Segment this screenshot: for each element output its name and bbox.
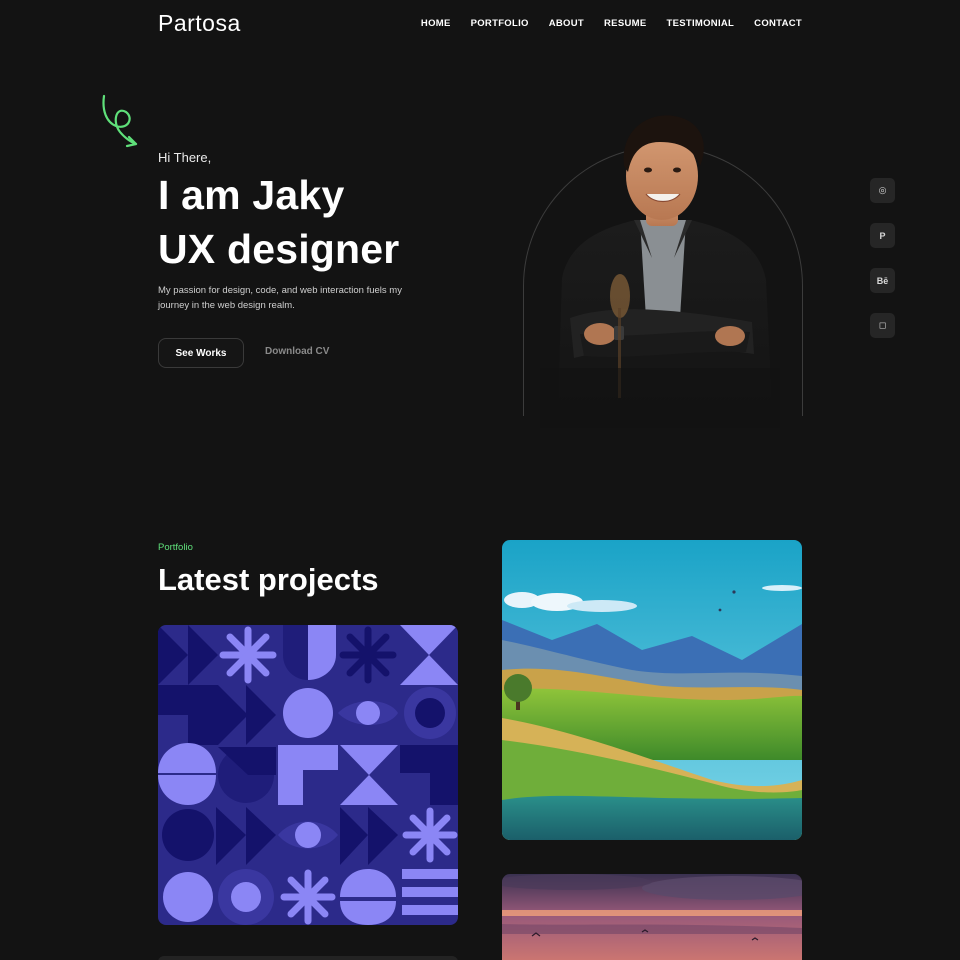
project-card-geometric[interactable]: [158, 625, 458, 925]
instagram-icon[interactable]: ◻: [870, 313, 895, 338]
headline-line-1: I am Jaky: [158, 172, 345, 218]
logo[interactable]: Partosa: [158, 10, 241, 37]
nav-contact[interactable]: CONTACT: [754, 18, 802, 29]
nav-testimonial[interactable]: TESTIMONIAL: [666, 18, 734, 29]
hero-intro: My passion for design, code, and web int…: [158, 285, 402, 311]
portrait-photo: [540, 115, 780, 428]
nav-about[interactable]: ABOUT: [549, 18, 584, 29]
squiggle-arrow-icon: [102, 94, 138, 148]
geometric-pattern-illustration: [158, 625, 458, 925]
nav-portfolio[interactable]: PORTFOLIO: [471, 18, 529, 29]
dribbble-icon[interactable]: ◎: [870, 178, 895, 203]
project-card-next[interactable]: [158, 956, 458, 960]
sunset-sky-illustration: [502, 874, 802, 960]
page: Partosa HOME PORTFOLIO ABOUT RESUME TEST…: [0, 0, 960, 960]
nav-resume[interactable]: RESUME: [604, 18, 646, 29]
hero-greeting: Hi There,: [158, 150, 212, 165]
social-links: ◎ P Bē ◻: [870, 178, 895, 338]
portfolio-label: Portfolio: [158, 542, 193, 553]
main-nav: HOME PORTFOLIO ABOUT RESUME TESTIMONIAL …: [421, 18, 802, 29]
portfolio-title: Latest projects: [158, 562, 379, 597]
green-hills-landscape-illustration: [502, 540, 802, 840]
hero-headline: I am Jaky UX designer: [158, 168, 399, 276]
download-cv-button[interactable]: Download CV: [265, 346, 329, 357]
see-works-button[interactable]: See Works: [158, 338, 244, 368]
headline-line-2: UX designer: [158, 226, 400, 272]
pinterest-icon[interactable]: P: [870, 223, 895, 248]
project-card-landscape[interactable]: [502, 540, 802, 840]
behance-icon[interactable]: Bē: [870, 268, 895, 293]
nav-home[interactable]: HOME: [421, 18, 451, 29]
project-card-sunset[interactable]: [502, 874, 802, 960]
